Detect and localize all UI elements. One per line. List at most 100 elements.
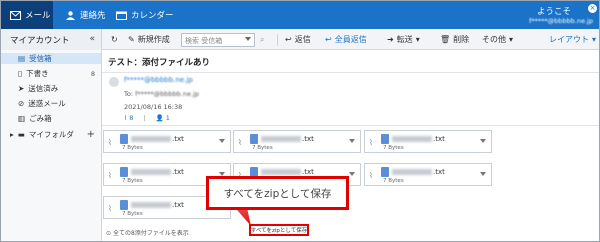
redacted-filename — [261, 169, 301, 175]
nav-mail-label: メール — [25, 11, 51, 21]
attachment-menu-icon[interactable] — [480, 139, 486, 143]
nav-calendar[interactable]: カレンダー — [112, 1, 174, 29]
file-icon — [120, 167, 128, 177]
attachment-menu-icon[interactable] — [219, 139, 225, 143]
nav-contacts[interactable]: 連絡先 — [61, 1, 106, 29]
sidebar-item-spam[interactable]: ⊘ 迷惑メール — [1, 98, 101, 109]
account-address: f*****@bbbbb.ne.jp — [529, 17, 593, 25]
recipient-count-value: 1 — [165, 114, 170, 122]
attachment-name: .txt — [261, 168, 314, 176]
nav-mail[interactable]: メール — [1, 1, 53, 29]
attachment-count[interactable]: ⌇ 8 — [124, 114, 133, 122]
attachment-menu-icon[interactable] — [480, 172, 486, 176]
reply-button[interactable]: ↩ 返信 — [285, 29, 311, 50]
forward-button[interactable]: ➜ 転送 ▾ — [387, 29, 420, 50]
reply-all-label: 全員返信 — [334, 35, 367, 44]
attachment-size: 7 Bytes — [383, 145, 404, 151]
attachment-name: .txt — [131, 135, 184, 143]
sidebar-title: マイアカウント — [10, 35, 70, 46]
attachment-item[interactable]: ⌇ .txt 7 Bytes — [364, 130, 492, 153]
show-all-label: 全ての8添付ファイルを表示 — [112, 230, 189, 237]
recipient-line: To: f*****@bbbbb.ne.jp — [124, 90, 199, 98]
new-message-button[interactable]: ✎ 新規作成 — [128, 29, 170, 50]
search-dropdown-icon[interactable] — [245, 37, 251, 41]
attachment-name: .txt — [261, 135, 314, 143]
delete-button[interactable]: 🗑 削除 — [440, 29, 469, 50]
forward-icon: ➜ — [387, 35, 394, 44]
new-message-label: 新規作成 — [137, 35, 170, 44]
layout-dropdown-icon: ▾ — [592, 35, 597, 44]
app-window: メール 連絡先 カレンダー ようこそ f*****@bbbbb.ne.jp × … — [0, 0, 600, 242]
other-menu-button[interactable]: その他 ▾ — [482, 29, 513, 50]
search-input[interactable]: 検索 受信箱 — [181, 33, 255, 47]
folder-sidebar: ▤ 受信箱 ▯ 下書き 8 ➤ 送信済み ⊘ 迷惑メール ▥ ごみ箱 ▸ ▬ マ… — [1, 50, 102, 241]
redacted-filename — [131, 136, 171, 142]
search-button[interactable]: ⌕ — [260, 29, 264, 50]
file-icon — [381, 167, 389, 177]
sidebar-item-label: ごみ箱 — [29, 114, 52, 123]
sidebar-item-label: 受信箱 — [29, 54, 52, 63]
attachment-menu-icon[interactable] — [349, 172, 355, 176]
layout-label: レイアウト — [549, 35, 589, 44]
file-icon — [381, 134, 389, 144]
draft-icon: ▯ — [18, 69, 23, 78]
attachment-item[interactable]: ⌇ .txt 7 Bytes — [364, 163, 492, 186]
add-folder-icon[interactable]: + — [87, 129, 95, 140]
reply-all-button[interactable]: ↩ 全員返信 — [325, 29, 367, 50]
drafts-count: 8 — [90, 69, 95, 78]
person-icon — [66, 10, 75, 20]
attachment-ext: .txt — [302, 135, 314, 143]
sidebar-item-label: 送信済み — [28, 84, 59, 93]
layout-menu-button[interactable]: レイアウト ▾ — [549, 29, 596, 50]
zip-save-callout: すべてをzipとして保存 — [206, 176, 349, 210]
show-all-attachments-link[interactable]: ⊙ 全ての8添付ファイルを表示 — [106, 228, 189, 237]
avatar — [109, 77, 119, 87]
sent-icon: ➤ — [18, 84, 25, 93]
sender-address[interactable]: f*****@bbbbb.ne.jp — [124, 76, 193, 84]
paperclip-icon: ⌇ — [238, 138, 242, 147]
meta-separator: | — [143, 114, 146, 122]
refresh-icon: ↻ — [111, 35, 118, 44]
sidebar-item-sent[interactable]: ➤ 送信済み — [1, 83, 101, 94]
close-icon[interactable]: × — [588, 4, 597, 13]
forward-dropdown-icon: ▾ — [415, 35, 420, 44]
attachment-item[interactable]: ⌇ .txt 7 Bytes — [233, 130, 361, 153]
other-label: その他 — [482, 35, 506, 44]
top-nav-bar: メール 連絡先 カレンダー ようこそ f*****@bbbbb.ne.jp × — [1, 1, 599, 29]
toolbar: マイアカウント « ↻ ✎ 新規作成 検索 受信箱 ⌕ ↩ 返信 ↩ 全員返信 … — [1, 29, 599, 50]
attachment-menu-icon[interactable] — [349, 139, 355, 143]
toolbar-divider — [277, 34, 278, 46]
person-icon: 👤 — [155, 114, 164, 122]
attachment-size: 7 Bytes — [252, 145, 273, 151]
to-label: To: — [124, 90, 134, 98]
recipient-count[interactable]: 👤 1 — [156, 114, 170, 122]
collapse-sidebar-icon[interactable]: « — [89, 34, 95, 44]
message-pane: テスト：添付ファイルあり f*****@bbbbb.ne.jp To: f***… — [102, 50, 599, 241]
attachment-item[interactable]: ⌇ .txt 7 Bytes — [103, 130, 231, 153]
redacted-filename — [131, 169, 171, 175]
sidebar-item-drafts[interactable]: ▯ 下書き 8 — [1, 68, 101, 79]
attachment-size: 7 Bytes — [122, 145, 143, 151]
message-date: 2021/08/16 16:38 — [124, 103, 183, 111]
attachment-ext: .txt — [433, 168, 445, 176]
inbox-icon: ▤ — [18, 54, 26, 63]
paperclip-icon: ⌇ — [369, 171, 373, 180]
reply-label: 返信 — [294, 35, 311, 44]
refresh-button[interactable]: ↻ — [111, 29, 118, 50]
attachment-ext: .txt — [433, 135, 445, 143]
meta-divider — [102, 125, 599, 126]
redacted-filename — [392, 169, 432, 175]
file-icon — [250, 134, 258, 144]
reply-all-icon: ↩ — [325, 35, 332, 44]
sidebar-item-trash[interactable]: ▥ ごみ箱 — [1, 113, 101, 124]
redacted-filename — [261, 136, 301, 142]
save-all-zip-button[interactable]: すべてをzipとして保存 — [249, 224, 309, 236]
search-icon: ⌕ — [260, 34, 265, 44]
file-icon — [120, 134, 128, 144]
sidebar-item-inbox[interactable]: ▤ 受信箱 — [1, 53, 101, 64]
eye-icon: ⊙ — [106, 230, 112, 237]
sidebar-item-my-folders[interactable]: ▸ ▬ マイフォルダ + — [1, 129, 101, 140]
attachment-size: 7 Bytes — [122, 211, 143, 217]
paperclip-icon: ⌇ — [108, 204, 112, 213]
paperclip-icon: ⌇ — [108, 171, 112, 180]
